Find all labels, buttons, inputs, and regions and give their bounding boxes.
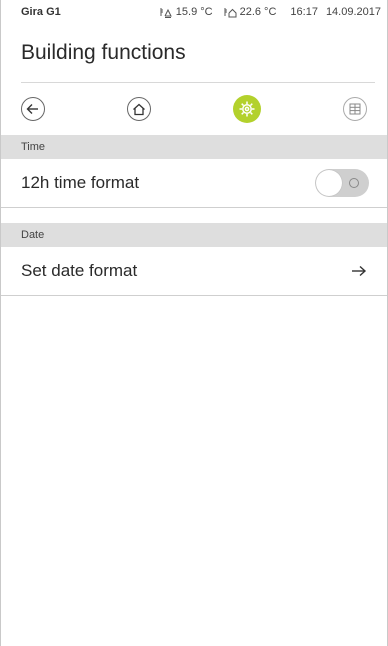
navigation-bar bbox=[1, 83, 387, 135]
status-bar: Gira G1 15.9 °C 22.6 °C 16:17 14.09.2017 bbox=[1, 0, 387, 24]
back-button[interactable] bbox=[21, 97, 45, 121]
section-header-date: Date bbox=[1, 223, 387, 247]
outdoor-temperature: 15.9 °C bbox=[159, 6, 213, 18]
device-screen: Gira G1 15.9 °C 22.6 °C 16:17 14.09.2017 bbox=[0, 0, 388, 646]
grid-view-button[interactable] bbox=[343, 97, 367, 121]
time-format-label: 12h time format bbox=[21, 173, 140, 192]
date-format-label: Set date format bbox=[21, 261, 138, 280]
clock-date: 14.09.2017 bbox=[325, 6, 381, 18]
indoor-temperature-value: 22.6 °C bbox=[239, 6, 277, 18]
section-header-time: Time bbox=[1, 135, 387, 159]
grid-icon bbox=[349, 103, 361, 115]
home-icon bbox=[133, 103, 145, 115]
back-arrow-icon bbox=[26, 104, 38, 114]
arrow-right-icon bbox=[352, 265, 367, 277]
page-header: Building functions bbox=[1, 24, 387, 82]
page-title: Building functions bbox=[21, 41, 186, 64]
time-format-row[interactable]: 12h time format bbox=[1, 159, 387, 208]
outdoor-thermometer-icon bbox=[160, 7, 172, 18]
brand-label: Gira G1 bbox=[21, 6, 61, 18]
toggle-off-icon bbox=[349, 178, 359, 188]
clock-time: 16:17 bbox=[290, 6, 318, 18]
indoor-temperature: 22.6 °C bbox=[223, 6, 277, 18]
time-format-toggle[interactable] bbox=[315, 169, 369, 197]
toggle-knob bbox=[316, 170, 342, 196]
date-format-row[interactable]: Set date format bbox=[1, 247, 387, 296]
indoor-thermometer-icon bbox=[224, 7, 237, 17]
home-button[interactable] bbox=[127, 97, 151, 121]
outdoor-temperature-value: 15.9 °C bbox=[175, 6, 213, 18]
settings-gear-icon bbox=[239, 101, 255, 117]
settings-button[interactable] bbox=[233, 95, 261, 123]
